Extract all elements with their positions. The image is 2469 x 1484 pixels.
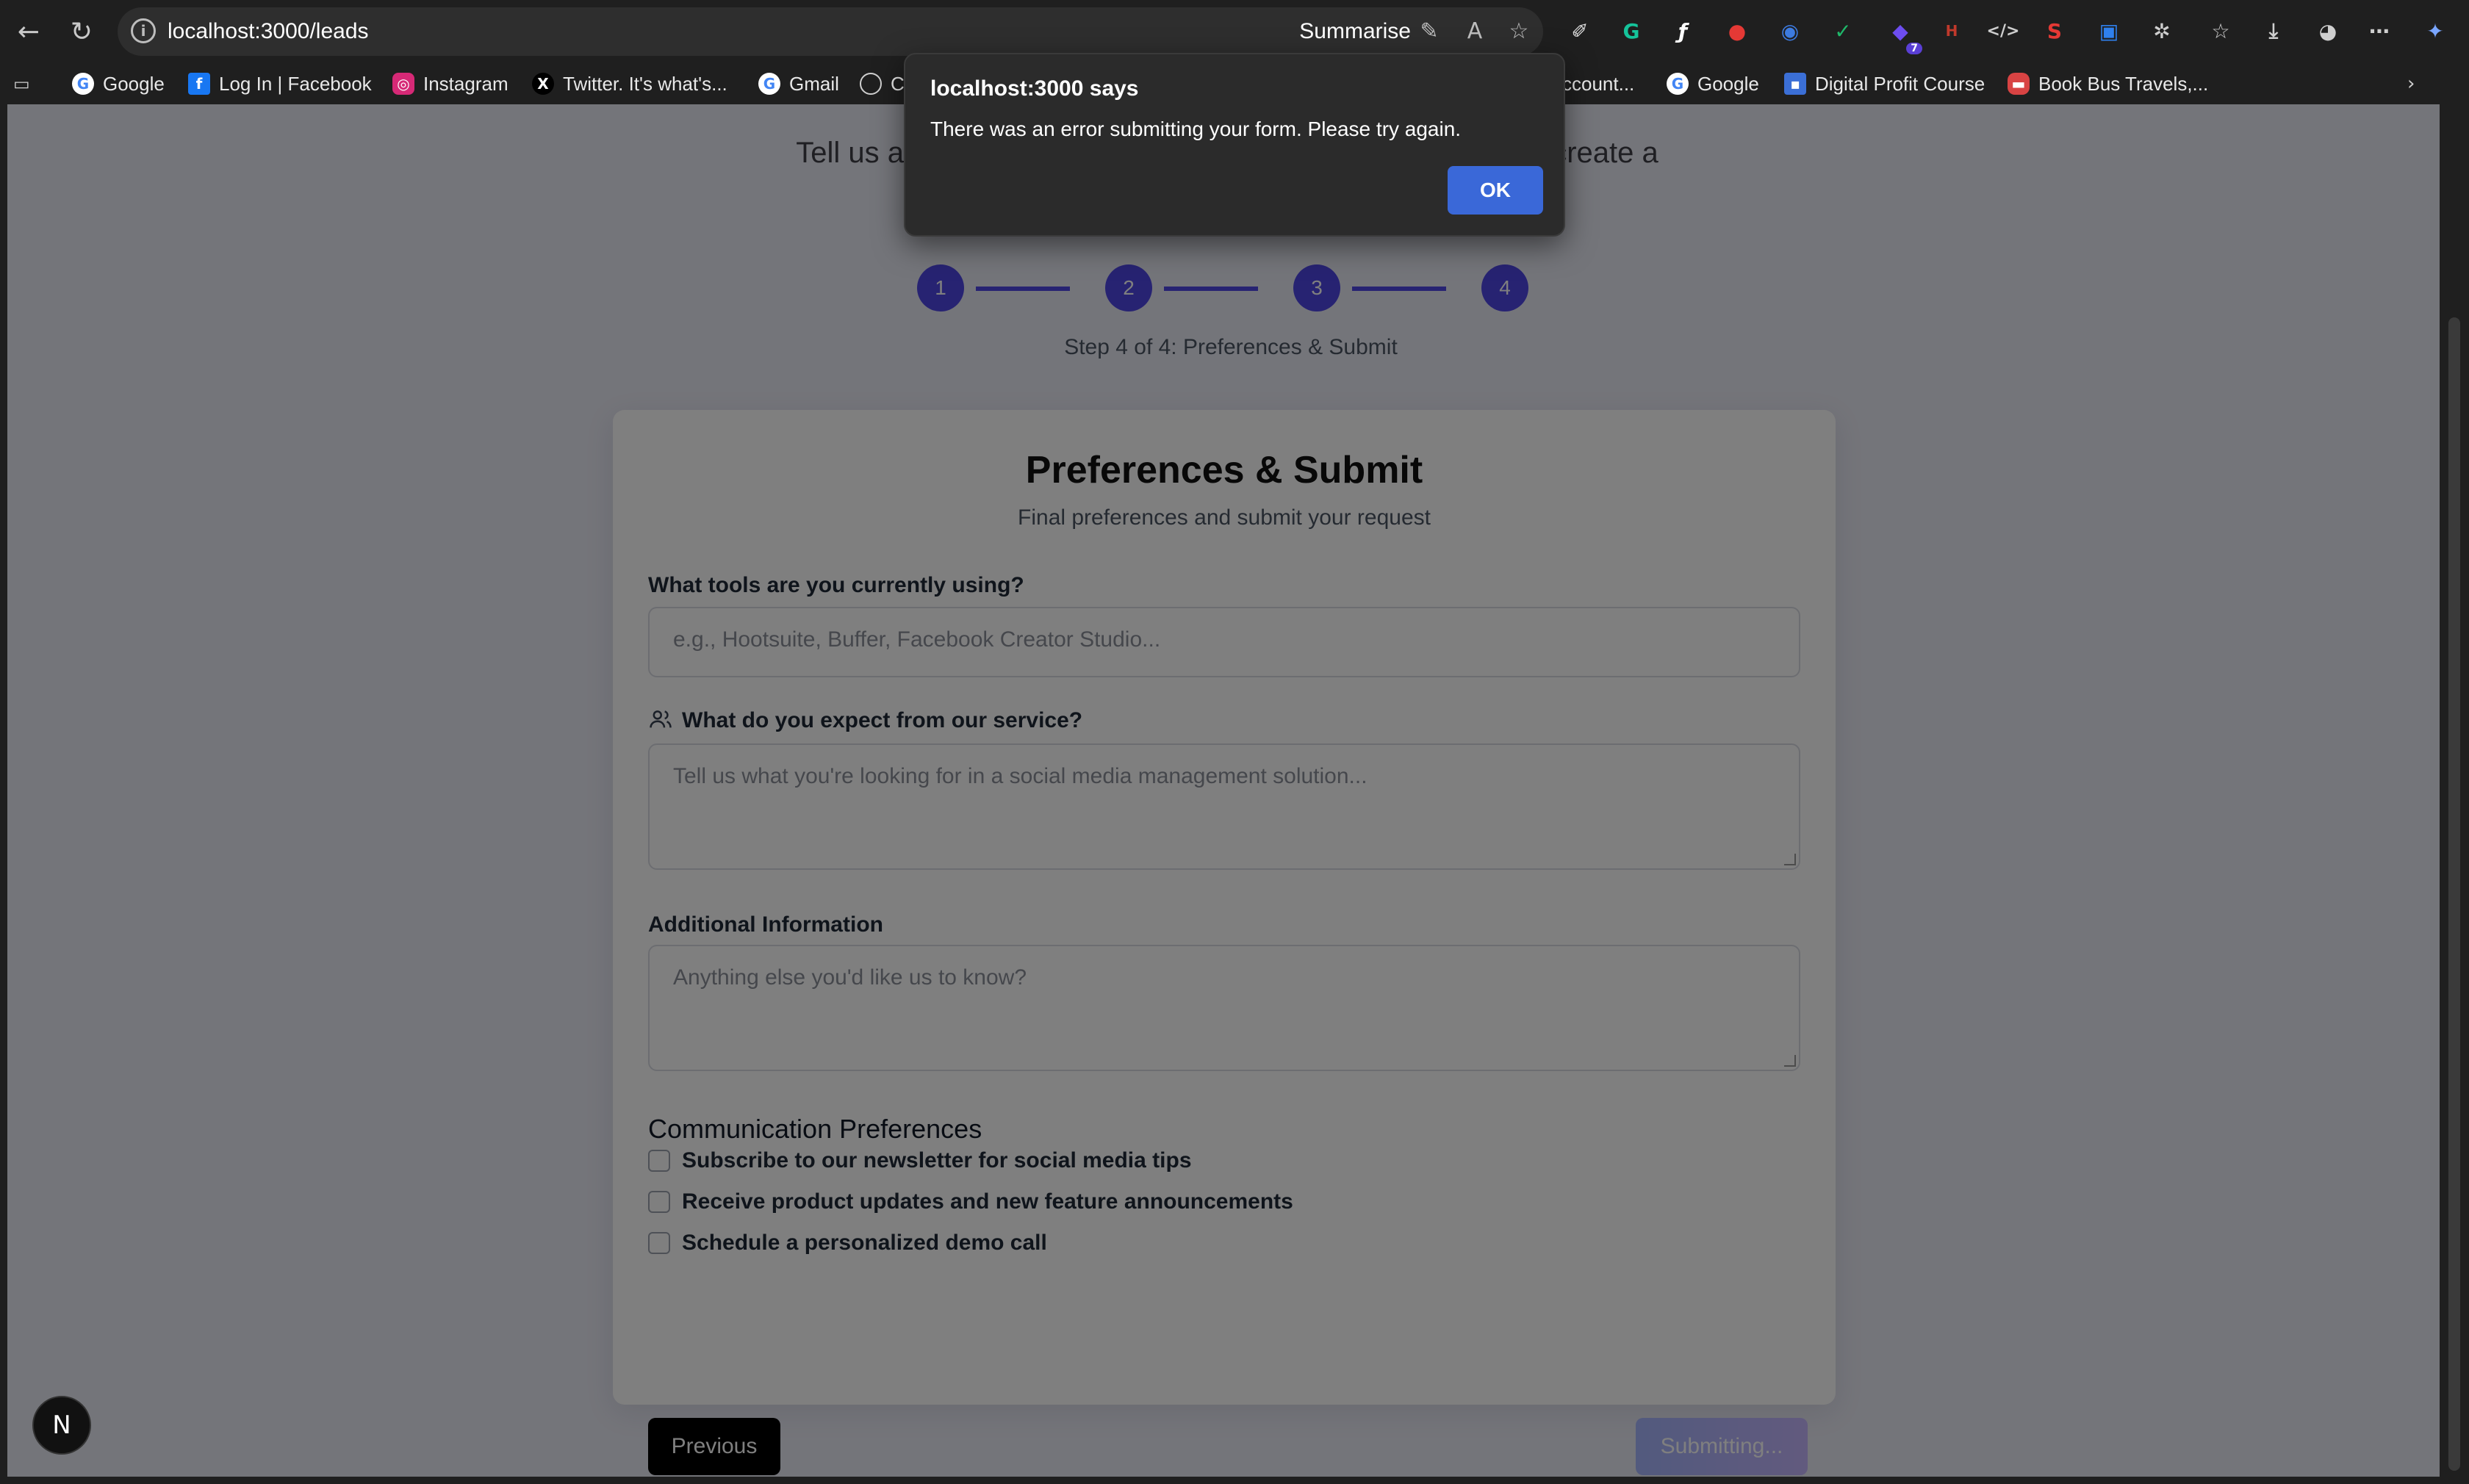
x-icon: X <box>532 73 554 95</box>
screenshot-extension-icon[interactable]: ▣ <box>2091 13 2127 48</box>
formula-icon[interactable]: ƒ <box>1665 13 1700 48</box>
bookmark-digital-profit[interactable]: ▪ Digital Profit Course <box>1784 68 1985 100</box>
bookmark-instagram[interactable]: ◎ Instagram <box>392 68 508 100</box>
copilot-icon[interactable]: ✦ <box>2418 13 2453 48</box>
code-icon[interactable]: </> <box>1985 13 2021 48</box>
scrollbar[interactable] <box>2440 104 2469 1484</box>
nextjs-dev-badge[interactable]: N <box>32 1396 91 1455</box>
modal-backdrop <box>7 104 2440 1477</box>
translate-extension-icon[interactable]: ◉ <box>1772 13 1808 48</box>
seo-extension-icon[interactable]: H <box>1934 13 1969 48</box>
url-text[interactable]: localhost:3000/leads <box>168 19 369 44</box>
read-aloud-icon[interactable]: A <box>1459 16 1490 47</box>
grammarly-icon[interactable]: G <box>1614 13 1649 48</box>
google-icon: G <box>758 73 780 95</box>
instagram-icon: ◎ <box>392 73 414 95</box>
puzzle-extension-icon[interactable]: ◆ 7 <box>1883 13 1922 54</box>
bookmark-bus-travels[interactable]: ▬ Book Bus Travels,... <box>2008 68 2208 100</box>
scrollbar-thumb[interactable] <box>2448 317 2460 1471</box>
bookmark-account[interactable]: ccount... <box>1562 68 1634 100</box>
bookmark-facebook[interactable]: f Log In | Facebook <box>188 68 372 100</box>
color-picker-icon[interactable]: ✐ <box>1562 13 1598 48</box>
facebook-icon: f <box>188 73 210 95</box>
bookmark-gmail[interactable]: G Gmail <box>758 68 839 100</box>
course-icon: ▪ <box>1784 73 1806 95</box>
favorites-icon[interactable]: ☆ <box>2203 13 2238 48</box>
back-icon[interactable]: ← <box>9 12 48 51</box>
downloads-icon[interactable]: ⤓ <box>2256 13 2291 48</box>
google-icon: G <box>72 73 94 95</box>
address-bar[interactable]: i localhost:3000/leads Summarise ✎ A ☆ <box>118 7 1543 56</box>
bookmark-google[interactable]: G Google <box>72 68 165 100</box>
dialog-message: There was an error submitting your form.… <box>930 118 1462 140</box>
dialog-ok-button[interactable]: OK <box>1448 166 1543 215</box>
bookmark-globe[interactable]: C <box>860 68 905 100</box>
bookmark-google-2[interactable]: G Google <box>1667 68 1759 100</box>
adblock-icon[interactable]: ● <box>1719 13 1755 48</box>
bus-icon: ▬ <box>2008 73 2030 95</box>
bookmark-twitter[interactable]: X Twitter. It's what's... <box>532 68 727 100</box>
extensions-icon[interactable]: ✲ <box>2144 13 2179 48</box>
favorite-star-icon[interactable]: ☆ <box>1503 16 1534 47</box>
google-icon: G <box>1667 73 1689 95</box>
alert-dialog: localhost:3000 says There was an error s… <box>904 53 1565 237</box>
copilot-summarise-icon[interactable]: ✎ <box>1414 16 1445 47</box>
s-extension-icon[interactable]: S <box>2037 13 2072 48</box>
summarise-button[interactable]: Summarise <box>1299 19 1411 44</box>
more-menu-icon[interactable]: ⋯ <box>2362 13 2397 48</box>
reload-icon[interactable]: ↻ <box>62 12 101 51</box>
page-viewport: Tell us abcreate a 1 2 3 4 Step 4 of 4: … <box>7 104 2440 1477</box>
reading-list-icon[interactable]: ▭ <box>13 68 30 100</box>
dialog-title: localhost:3000 says <box>930 76 1139 101</box>
globe-icon <box>860 73 882 95</box>
profile-avatar-icon[interactable]: ◕ <box>2310 13 2346 48</box>
site-info-icon[interactable]: i <box>131 18 156 43</box>
checkmark-extension-icon[interactable]: ✓ <box>1825 13 1861 48</box>
bookmarks-more-chevron-icon[interactable]: › <box>2407 68 2415 100</box>
